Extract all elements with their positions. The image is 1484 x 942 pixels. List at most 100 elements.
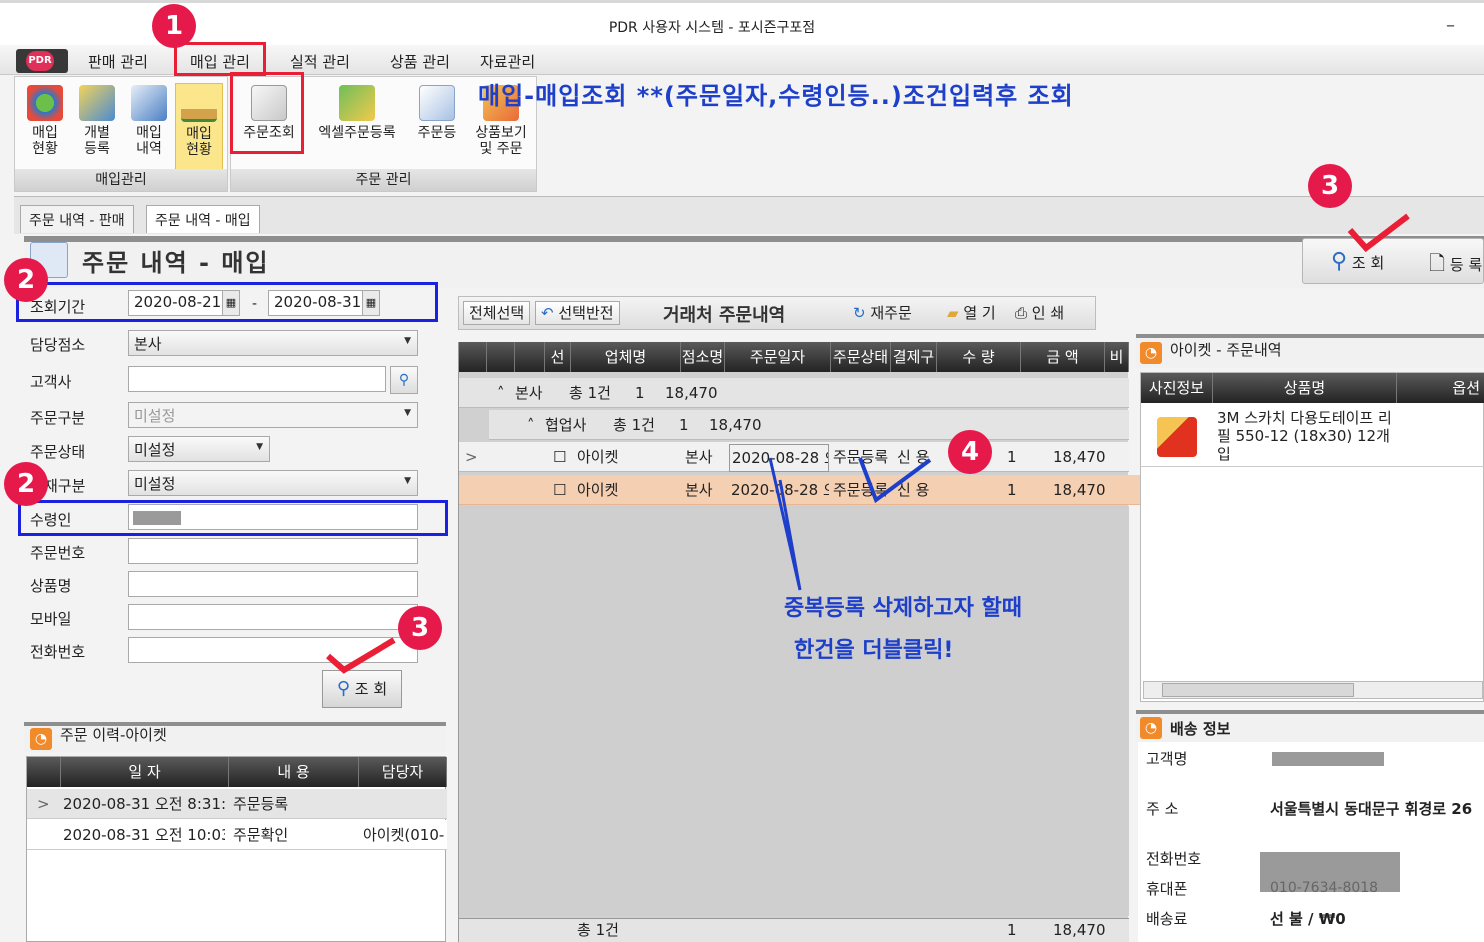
product-input[interactable] bbox=[128, 571, 418, 597]
table-row[interactable]: 2020-08-31 오전 10:03: 주문확인 아이켓(010- bbox=[27, 820, 447, 850]
open-button[interactable]: ▰ 열 기 bbox=[947, 302, 996, 323]
history-table: 일 자 내 용 담당자 > 2020-08-31 오전 8:31:3 주문등록 … bbox=[26, 756, 447, 942]
tab-order-sales[interactable]: 주문 내역 - 판매 bbox=[20, 205, 134, 233]
ribbon-purchase-current[interactable]: 매입 현황 bbox=[175, 83, 223, 171]
panel-title: 주문 내역 - 매입 bbox=[82, 249, 270, 277]
menu-sales[interactable]: 판매 관리 bbox=[88, 51, 148, 72]
row-checkbox[interactable]: ☐ bbox=[553, 475, 566, 505]
mobile-label: 모바일 bbox=[30, 610, 72, 628]
grid-col-qty: 수 량 bbox=[937, 342, 1021, 372]
invert-selection-button[interactable]: ↶ 선택반전 bbox=[535, 301, 620, 325]
refresh-icon: ↻ bbox=[853, 304, 866, 322]
top-register-label: 등 록 bbox=[1449, 256, 1483, 274]
reorder-button[interactable]: ↻ 재주문 bbox=[853, 302, 912, 323]
row-branch: 본사 bbox=[685, 481, 713, 499]
ribbon-label: 상품보기 bbox=[475, 125, 527, 141]
row-amount: 18,470 bbox=[1053, 481, 1106, 499]
table-row[interactable]: > 2020-08-31 오전 8:31:3 주문등록 bbox=[27, 789, 447, 819]
badge-step2b: 2 bbox=[4, 462, 48, 506]
mobile-input[interactable] bbox=[128, 604, 418, 630]
product-col-name: 상품명 bbox=[1213, 373, 1397, 403]
badge-step3a: 3 bbox=[1308, 164, 1352, 208]
redacted-block bbox=[1272, 752, 1384, 766]
ribbon-label: 매입 bbox=[32, 125, 58, 141]
menu-data[interactable]: 자료관리 bbox=[480, 51, 535, 72]
history-header: ◔ 주문 이력-아이켓 bbox=[24, 722, 446, 752]
top-register-button[interactable]: 🗋 등 록 bbox=[1429, 249, 1482, 283]
scrollbar-thumb[interactable] bbox=[1162, 683, 1354, 697]
group-total: 총 1건 bbox=[569, 384, 611, 402]
group-row-partner[interactable]: ˄ 협업사 총 1건 1 18,470 bbox=[489, 410, 1129, 440]
ribbon-label: 현황 bbox=[32, 141, 58, 157]
window-title: PDR 사용자 시스템 - 포시즌구포점 bbox=[608, 20, 816, 36]
app-logo: PDR bbox=[16, 49, 68, 73]
edit-icon bbox=[79, 85, 115, 121]
order-type-label: 주문구분 bbox=[30, 409, 86, 427]
group-total: 총 1건 bbox=[613, 416, 655, 434]
rss-icon: ◔ bbox=[30, 728, 52, 750]
customer-input[interactable] bbox=[128, 366, 386, 392]
open-label: 열 기 bbox=[963, 304, 996, 322]
grid-title: 거래처 주문내역 bbox=[663, 305, 786, 326]
logo-text: PDR bbox=[26, 51, 54, 71]
ribbon-purchase-details[interactable]: 매입 내역 bbox=[125, 83, 173, 157]
select-all-button[interactable]: 전체선택 bbox=[463, 301, 531, 325]
collapse-icon[interactable]: ˄ bbox=[527, 410, 535, 440]
grid-col-blank bbox=[487, 342, 515, 372]
stock-type-label: 재구분 bbox=[44, 477, 86, 495]
branch-select[interactable]: 본사 ▼ bbox=[128, 330, 418, 356]
horizontal-scrollbar[interactable] bbox=[1143, 681, 1483, 699]
row-company: 아이켓 bbox=[577, 481, 619, 499]
group-row-hq[interactable]: ˄ 본사 총 1건 1 18,470 bbox=[459, 378, 1129, 408]
order-no-input[interactable] bbox=[128, 538, 418, 564]
order-status-value: 미설정 bbox=[134, 441, 176, 459]
ribbon-excel-order[interactable]: 엑셀주문등록 bbox=[309, 83, 405, 141]
dropdown-arrow-icon: ▼ bbox=[404, 336, 411, 346]
minimize-button[interactable]: – bbox=[1446, 15, 1455, 36]
globe-icon bbox=[27, 85, 63, 121]
customer-label: 고객사 bbox=[30, 373, 72, 391]
ribbon-order-etc[interactable]: 주문등 bbox=[411, 83, 463, 141]
stock-type-value: 미설정 bbox=[134, 475, 176, 493]
menu-products[interactable]: 상품 관리 bbox=[390, 51, 450, 72]
menu-performance[interactable]: 실적 관리 bbox=[290, 51, 350, 72]
ribbon-purchase-status[interactable]: 매입 현황 bbox=[21, 83, 69, 157]
grid-col-payment: 결제구분 bbox=[891, 342, 937, 396]
ribbon-individual-register[interactable]: 개별 등록 bbox=[73, 83, 121, 157]
highlight-receiver bbox=[18, 500, 448, 536]
grid-col-branch: 점소명 bbox=[681, 342, 725, 372]
ribbon-label: 및 주문 bbox=[479, 141, 523, 157]
folder-icon: ▰ bbox=[947, 304, 959, 322]
product-table: 사진정보 상품명 옵션 3M 스카치 다용도테이프 리필 550-12 (18x… bbox=[1140, 372, 1484, 702]
table-row[interactable]: 3M 스카치 다용도테이프 리필 550-12 (18x30) 12개입 bbox=[1141, 407, 1484, 467]
branch-value: 본사 bbox=[134, 335, 162, 353]
stock-type-select[interactable]: 미설정 ▼ bbox=[128, 470, 418, 496]
search-icon: ⚲ bbox=[336, 678, 351, 699]
grid-col-blank bbox=[515, 342, 545, 372]
shipping-fee-value: 선 불 / ₩0 bbox=[1270, 910, 1346, 928]
row-qty: 1 bbox=[1007, 448, 1017, 466]
customer-search-button[interactable]: ⚲ bbox=[390, 366, 418, 394]
product-name: 3M 스카치 다용도테이프 리필 550-12 (18x30) 12개입 bbox=[1217, 409, 1392, 463]
grid-col-date: 주문일자 bbox=[725, 342, 831, 372]
order-type-select[interactable]: 미설정 ▼ bbox=[128, 402, 418, 428]
ribbon-label: 주문등 bbox=[417, 125, 457, 141]
document-search-icon bbox=[131, 85, 167, 121]
row-branch: 본사 bbox=[685, 448, 713, 466]
document-edit-icon bbox=[419, 85, 455, 121]
history-col-staff: 담당자 bbox=[359, 757, 447, 787]
print-button[interactable]: ⎙ 인 쇄 bbox=[1015, 302, 1064, 323]
order-status-select[interactable]: 미설정 ▼ bbox=[128, 436, 270, 462]
tab-order-purchase[interactable]: 주문 내역 - 매입 bbox=[146, 205, 260, 233]
ribbon-group-label: 매입관리 bbox=[15, 169, 227, 191]
product-panel-header: ◔ 아이켓 - 주문내역 bbox=[1136, 334, 1484, 368]
product-panel-title: 아이켓 - 주문내역 bbox=[1170, 341, 1282, 359]
grid-toolbar: 전체선택 ↶ 선택반전 거래처 주문내역 ↻ 재주문 ▰ 열 기 ⎙ 인 쇄 bbox=[458, 296, 1096, 330]
title-bar: PDR 사용자 시스템 - 포시즌구포점 – bbox=[0, 0, 1484, 45]
collapse-icon[interactable]: ˄ bbox=[497, 378, 505, 408]
badge-step1: 1 bbox=[152, 4, 196, 48]
group-label: 본사 bbox=[515, 384, 543, 402]
rss-icon: ◔ bbox=[1140, 342, 1162, 364]
row-checkbox[interactable]: ☐ bbox=[553, 442, 566, 472]
ribbon-label: 엑셀주문등록 bbox=[318, 125, 396, 141]
